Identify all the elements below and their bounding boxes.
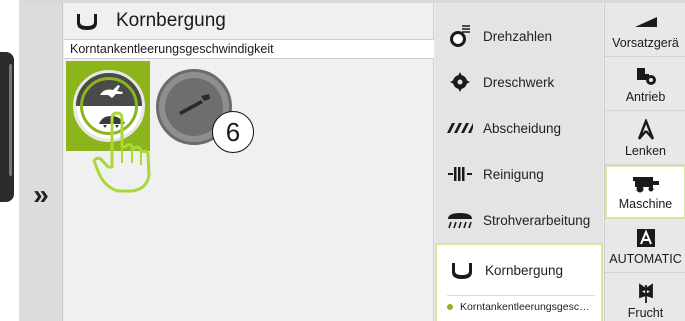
drive-icon <box>635 65 657 87</box>
expand-button[interactable]: » <box>25 179 57 211</box>
menu-label: Dreschwerk <box>483 74 555 90</box>
steering-icon <box>635 119 657 141</box>
pointing-hand-icon <box>92 111 151 193</box>
menu-label: Abscheidung <box>483 120 562 136</box>
menu-item-drehzahlen[interactable]: Drehzahlen <box>435 13 603 59</box>
main-header: Kornbergung <box>64 3 434 39</box>
tab-lenken[interactable]: Lenken <box>605 111 685 165</box>
menu-label: Reinigung <box>483 166 544 182</box>
menu-item-kornbergung[interactable]: Kornbergung Korntankentleerungsgesc… <box>435 243 603 321</box>
rpm-icon <box>445 24 475 48</box>
page-title: Kornbergung <box>116 10 226 31</box>
active-indicator <box>447 304 453 310</box>
menu-item-strohverarbeitung[interactable]: Strohverarbeitung <box>435 197 603 243</box>
terminal-screen: » Kornbergung Korntankentleerungsgeschwi… <box>19 0 685 321</box>
menu-subitem[interactable]: Korntankentleerungsgesc… <box>447 295 595 313</box>
straw-icon <box>445 211 475 229</box>
bezel-highlight <box>9 64 12 176</box>
tab-vorsatzgeraet[interactable]: Vorsatzgerä <box>605 3 685 57</box>
main-tabs: Vorsatzgerä Antrieb Lenken Maschine AUTO… <box>604 3 685 321</box>
menu-sublabel: Korntankentleerungsgesc… <box>460 301 590 313</box>
menu-label: Drehzahlen <box>483 28 553 44</box>
callout-marker: 6 <box>212 111 254 153</box>
crop-icon <box>636 281 656 303</box>
grain-tank-icon <box>447 260 477 280</box>
tab-antrieb[interactable]: Antrieb <box>605 57 685 111</box>
hare-icon <box>100 85 123 98</box>
menu-item-abscheidung[interactable]: Abscheidung <box>435 105 603 151</box>
tab-maschine[interactable]: Maschine <box>605 165 685 219</box>
grain-tank-icon <box>77 14 97 30</box>
left-strip: » <box>19 3 63 321</box>
main-panel: Kornbergung Korntankentleerungsgeschwind… <box>64 3 434 321</box>
menu-item-dreschwerk[interactable]: Dreschwerk <box>435 59 603 105</box>
menu-label: Strohverarbeitung <box>483 212 591 228</box>
threshing-icon <box>445 72 475 92</box>
menu-label: Kornbergung <box>485 262 564 278</box>
tab-frucht[interactable]: Frucht <box>605 273 685 321</box>
header-icon <box>633 11 659 33</box>
cleaning-icon <box>445 165 475 183</box>
tab-automatic[interactable]: AUTOMATIC <box>605 219 685 273</box>
wrench-icon <box>179 94 210 115</box>
separation-icon <box>445 122 475 134</box>
combine-icon <box>631 172 661 194</box>
submenu: Drehzahlen Dreschwerk Abscheidung Reinig… <box>435 3 603 321</box>
menu-item-reinigung[interactable]: Reinigung <box>435 151 603 197</box>
setting-name: Korntankentleerungsgeschwindigkeit <box>64 39 434 59</box>
automatic-icon <box>636 227 655 249</box>
